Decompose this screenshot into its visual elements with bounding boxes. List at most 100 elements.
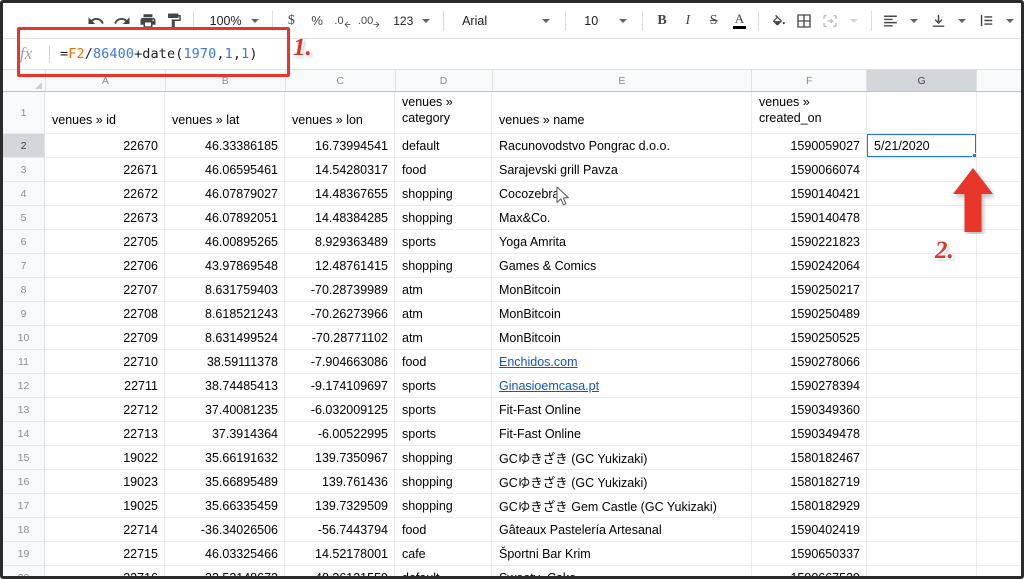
cell-lat[interactable]: 46.07892051 — [165, 206, 285, 230]
cell-name[interactable]: Yoga Amrita — [492, 230, 752, 254]
cell-id[interactable]: 22670 — [45, 134, 165, 158]
cell-lat[interactable]: 43.97869548 — [165, 254, 285, 278]
cell-name[interactable]: Športni Bar Krim — [492, 542, 752, 566]
cell-lat[interactable]: 38.74485413 — [165, 374, 285, 398]
cell-lat[interactable]: 35.66191632 — [165, 446, 285, 470]
cell-lat[interactable]: 46.07879027 — [165, 182, 285, 206]
cell-category[interactable]: sports — [395, 374, 492, 398]
cell-category[interactable]: sports — [395, 398, 492, 422]
cell-created-on[interactable]: 1590402419 — [752, 518, 867, 542]
cell-lat[interactable]: 37.40081235 — [165, 398, 285, 422]
cell-lat[interactable]: 46.06595461 — [165, 158, 285, 182]
cell-category[interactable]: shopping — [395, 470, 492, 494]
cell-created-on[interactable]: 1590278066 — [752, 350, 867, 374]
cell-h[interactable] — [977, 374, 1021, 398]
cell-lat[interactable]: 35.66895489 — [165, 470, 285, 494]
cell-g[interactable] — [867, 518, 977, 542]
cell-lon[interactable]: -6.032009125 — [285, 398, 395, 422]
cell-h[interactable] — [977, 518, 1021, 542]
font-family-dropdown[interactable]: Arial — [450, 9, 559, 33]
cell-lon[interactable]: 139.7350967 — [285, 446, 395, 470]
cell-lat[interactable]: -36.34026506 — [165, 518, 285, 542]
cell-h[interactable] — [977, 542, 1021, 566]
cell-name[interactable]: Cocozebra — [492, 182, 752, 206]
cell-id[interactable]: 22705 — [45, 230, 165, 254]
row-number[interactable]: 1 — [3, 92, 45, 134]
cell-created-on[interactable]: 1590059027 — [752, 134, 867, 158]
spreadsheet-grid[interactable]: A B C D E F G 1 venues » id venues » lat… — [3, 70, 1021, 576]
select-all-corner[interactable] — [3, 70, 46, 91]
cell-link[interactable]: Ginasioemcasa.pt — [499, 379, 599, 393]
column-header-F[interactable]: F — [752, 70, 868, 91]
cell-category[interactable]: food — [395, 350, 492, 374]
text-wrap-icon[interactable] — [975, 8, 997, 34]
strikethrough-button[interactable]: S — [703, 8, 725, 34]
cell-h[interactable] — [977, 446, 1021, 470]
vertical-align-dropdown[interactable] — [951, 8, 973, 34]
cell-h[interactable] — [977, 326, 1021, 350]
undo-icon[interactable] — [86, 8, 108, 34]
cell-lon[interactable]: -7.904663086 — [285, 350, 395, 374]
merge-dropdown[interactable] — [843, 8, 865, 34]
cell-lon[interactable]: -56.7443794 — [285, 518, 395, 542]
cell-created-on[interactable]: 1590278394 — [752, 374, 867, 398]
cell-lon[interactable]: -9.174109697 — [285, 374, 395, 398]
row-number[interactable]: 2 — [3, 134, 45, 158]
cell-created-on[interactable]: 1590221823 — [752, 230, 867, 254]
cell-created-on[interactable]: 1590242064 — [752, 254, 867, 278]
cell-lon[interactable]: 14.52178001 — [285, 542, 395, 566]
row-number[interactable]: 7 — [3, 254, 45, 278]
row-number[interactable]: 10 — [3, 326, 45, 350]
cell-id[interactable]: 22673 — [45, 206, 165, 230]
column-header-G[interactable]: G — [867, 70, 978, 91]
cell-id[interactable]: 22713 — [45, 422, 165, 446]
cell-name[interactable]: Sweety_Cake — [492, 566, 752, 576]
cell-lat[interactable]: 8.618521243 — [165, 302, 285, 326]
cell-name[interactable]: Racunovodstvo Pongrac d.o.o. — [492, 134, 752, 158]
cell-name[interactable]: MonBitcoin — [492, 302, 752, 326]
cell-id[interactable]: 22706 — [45, 254, 165, 278]
cell-name[interactable]: GCゆきざき (GC Yukizaki) — [492, 446, 752, 470]
row-number[interactable]: 11 — [3, 350, 45, 374]
cell-id[interactable]: 22672 — [45, 182, 165, 206]
bold-button[interactable]: B — [651, 8, 673, 34]
cell-created-on[interactable]: 1590250489 — [752, 302, 867, 326]
cell-lat[interactable]: 46.00895265 — [165, 230, 285, 254]
column-header-E[interactable]: E — [492, 70, 753, 91]
cell-created-on[interactable]: 1590349478 — [752, 422, 867, 446]
cell-lat[interactable]: 33.52148672 — [165, 566, 285, 576]
cell-lon[interactable]: -70.28771102 — [285, 326, 395, 350]
cell-g[interactable] — [867, 470, 977, 494]
cell-name[interactable]: Enchidos.com — [492, 350, 752, 374]
cell-h[interactable] — [977, 350, 1021, 374]
cell-id[interactable]: 22712 — [45, 398, 165, 422]
cell-name[interactable]: GCゆきざき (GC Yukizaki) — [492, 470, 752, 494]
cell-lat[interactable]: 46.03325466 — [165, 542, 285, 566]
cell-lon[interactable]: -6.00522995 — [285, 422, 395, 446]
cell-h[interactable] — [977, 470, 1021, 494]
cell-h[interactable] — [977, 278, 1021, 302]
row-number[interactable]: 13 — [3, 398, 45, 422]
cell-lat[interactable]: 8.631499524 — [165, 326, 285, 350]
cell-name[interactable]: Games & Comics — [492, 254, 752, 278]
cell-id[interactable]: 22671 — [45, 158, 165, 182]
cell-g[interactable] — [867, 374, 977, 398]
cell-category[interactable]: default — [395, 134, 492, 158]
font-size-dropdown[interactable]: 10 — [572, 9, 636, 33]
cell-id[interactable]: 22715 — [45, 542, 165, 566]
column-header-D[interactable]: D — [395, 70, 493, 91]
cell-lon[interactable]: 12.48761415 — [285, 254, 395, 278]
row-number[interactable]: 12 — [3, 374, 45, 398]
column-header-A[interactable]: A — [46, 70, 166, 91]
row-number[interactable]: 14 — [3, 422, 45, 446]
cell-id[interactable]: 22716 — [45, 566, 165, 576]
cell-created-on[interactable]: 1590250525 — [752, 326, 867, 350]
cell-link[interactable]: Enchidos.com — [499, 355, 578, 369]
percent-format-button[interactable]: % — [306, 8, 328, 34]
cell-h[interactable] — [977, 254, 1021, 278]
borders-icon[interactable] — [793, 8, 815, 34]
increase-decimal-button[interactable]: .00 — [358, 8, 381, 34]
cell-name[interactable]: MonBitcoin — [492, 278, 752, 302]
column-header-H[interactable] — [977, 70, 1021, 91]
cell-id[interactable]: 22708 — [45, 302, 165, 326]
